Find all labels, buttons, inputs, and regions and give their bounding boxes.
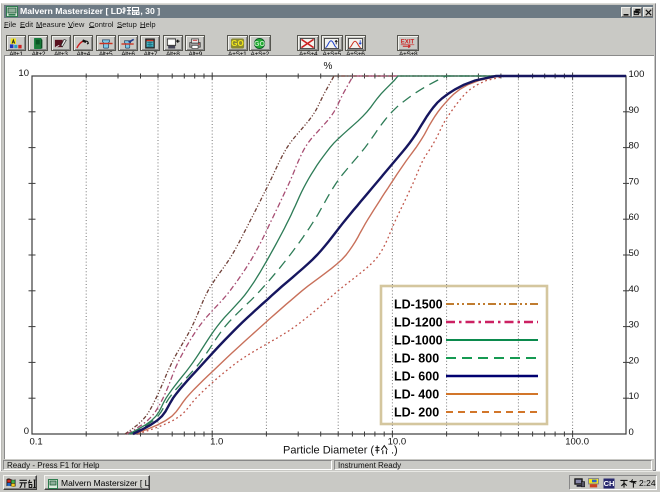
svg-text:1.0: 1.0	[210, 437, 223, 448]
svg-text:0: 0	[629, 427, 634, 438]
svg-text:30: 30	[629, 320, 640, 331]
svg-text:CH: CH	[604, 479, 615, 488]
svg-text:70: 70	[629, 176, 640, 187]
svg-text:80: 80	[629, 141, 640, 152]
svg-text:100: 100	[629, 69, 645, 80]
svg-text:50: 50	[629, 248, 640, 259]
svg-text:0.1: 0.1	[30, 437, 43, 448]
svg-text:100.0: 100.0	[565, 437, 589, 448]
svg-text:10: 10	[629, 391, 640, 402]
svg-text:40: 40	[629, 284, 640, 295]
svg-text:60: 60	[629, 212, 640, 223]
svg-text:LD- 200: LD- 200	[394, 406, 439, 420]
svg-text:LD-1000: LD-1000	[394, 334, 443, 348]
svg-text:LD- 800: LD- 800	[394, 352, 439, 366]
svg-text:LD- 600: LD- 600	[394, 370, 439, 384]
svg-text:20: 20	[629, 355, 640, 366]
svg-text:LD- 400: LD- 400	[394, 388, 439, 402]
svg-text:.): .)	[391, 445, 398, 457]
svg-text:Particle Diameter (: Particle Diameter (	[283, 445, 374, 457]
svg-text:LD-1200: LD-1200	[394, 316, 443, 330]
svg-text:LD-1500: LD-1500	[394, 298, 443, 312]
svg-text:90: 90	[629, 105, 640, 116]
svg-text:10: 10	[18, 68, 29, 79]
svg-text:%: %	[324, 61, 333, 72]
svg-text:0: 0	[24, 426, 29, 437]
